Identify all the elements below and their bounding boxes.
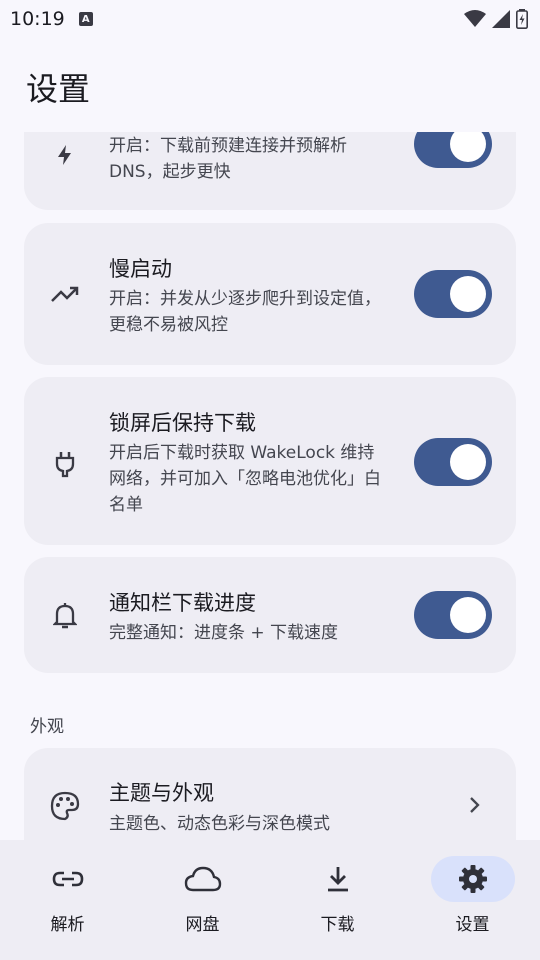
setting-notify-toggle[interactable]	[414, 591, 492, 639]
nav-item-download[interactable]: 下载	[270, 840, 405, 960]
nav-label: 下载	[320, 915, 355, 935]
cloud-icon	[184, 866, 221, 892]
page-title: 设置	[26, 70, 91, 108]
setting-notify-card[interactable]: 通知栏下载进度 完整通知：进度条 + 下载速度	[24, 557, 516, 673]
theme-desc: 主题色、动态色彩与深色模式	[109, 814, 330, 834]
nav-item-cloud[interactable]: 网盘	[135, 840, 270, 960]
chevron-right-icon	[470, 797, 480, 813]
bolt-icon	[50, 140, 80, 170]
signal-icon	[492, 10, 510, 28]
notification-a-icon: A	[78, 12, 93, 26]
setting-preconnect-toggle[interactable]	[414, 132, 492, 168]
setting-wakelock-desc: 开启后下载时获取 WakeLock 维持 网络，并可加入「忽略电池优化」白 名单	[109, 443, 381, 515]
nav-pill	[161, 856, 245, 902]
status-right-group	[464, 9, 528, 29]
palette-icon	[50, 791, 80, 821]
setting-wakelock-card[interactable]: 锁屏后保持下载 开启后下载时获取 WakeLock 维持 网络，并可加入「忽略电…	[24, 377, 516, 545]
wifi-icon	[464, 10, 486, 27]
bottom-navigation: 解析 网盘 下载 设置	[0, 840, 540, 960]
setting-slow-start-card[interactable]: 慢启动 开启：并发从少逐步爬升到设定值， 更稳不易被风控	[24, 223, 516, 365]
nav-pill	[296, 856, 380, 902]
setting-wakelock-toggle[interactable]	[414, 438, 492, 486]
setting-notify-desc: 完整通知：进度条 + 下载速度	[109, 623, 339, 643]
toggle-knob	[450, 444, 486, 480]
plug-icon	[50, 449, 80, 479]
section-header-appearance: 外观	[30, 717, 64, 737]
nav-label: 解析	[50, 915, 85, 935]
gear-icon	[458, 865, 487, 893]
setting-slow-start-desc: 开启：并发从少逐步爬升到设定值， 更稳不易被风控	[109, 289, 381, 335]
status-time: 10:19	[10, 8, 65, 30]
trending-up-icon	[50, 279, 80, 309]
download-icon	[327, 867, 348, 892]
toggle-knob	[450, 276, 486, 312]
settings-list[interactable]: 开启：下载前预建连接并预解析 DNS，起步更快 慢启动 开启：并发从少逐步爬升到…	[0, 132, 540, 840]
nav-pill-active	[430, 856, 515, 902]
setting-wakelock-title: 锁屏后保持下载	[109, 411, 256, 435]
nav-item-parse[interactable]: 解析	[0, 840, 135, 960]
theme-card[interactable]: 主题与外观 主题色、动态色彩与深色模式	[24, 748, 516, 840]
link-icon	[52, 871, 83, 887]
nav-label: 设置	[455, 915, 490, 935]
nav-label: 网盘	[185, 915, 220, 935]
battery-icon	[516, 9, 528, 29]
nav-item-settings[interactable]: 设置	[405, 840, 540, 960]
setting-notify-title: 通知栏下载进度	[109, 591, 256, 615]
setting-preconnect-desc: 开启：下载前预建连接并预解析 DNS，起步更快	[109, 136, 347, 182]
setting-preconnect-card[interactable]: 开启：下载前预建连接并预解析 DNS，起步更快	[24, 132, 516, 210]
status-bar: 10:19 A	[0, 0, 540, 38]
setting-slow-start-toggle[interactable]	[414, 270, 492, 318]
nav-pill	[26, 856, 110, 902]
toggle-knob	[450, 132, 486, 162]
toggle-knob	[450, 597, 486, 633]
bell-icon	[50, 601, 80, 631]
setting-slow-start-title: 慢启动	[109, 257, 172, 281]
theme-title: 主题与外观	[109, 781, 214, 805]
